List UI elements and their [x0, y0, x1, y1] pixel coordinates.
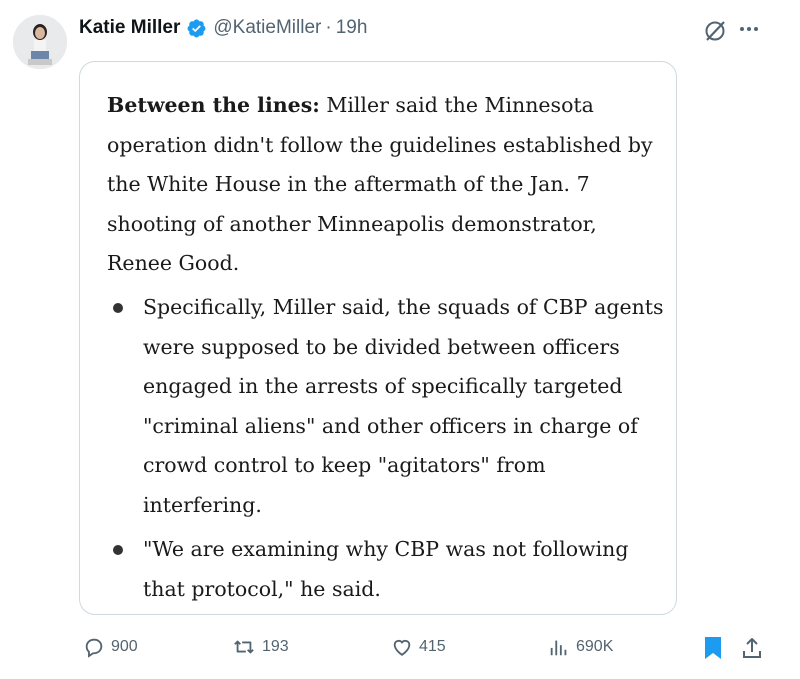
repost-button[interactable]: 193	[232, 636, 289, 658]
reply-count: 900	[111, 638, 138, 655]
separator-dot: ·	[325, 17, 332, 38]
author-name[interactable]: Katie Miller	[79, 16, 180, 40]
like-button[interactable]: 415	[391, 636, 446, 658]
more-icon[interactable]	[737, 17, 761, 47]
like-count: 415	[419, 638, 446, 655]
views-icon	[548, 636, 570, 658]
views-button[interactable]: 690K	[548, 636, 613, 658]
verified-badge-icon	[186, 18, 207, 39]
quote-card[interactable]: Between the lines: Miller said the Minne…	[79, 61, 677, 615]
bookmark-icon[interactable]	[703, 636, 723, 665]
card-lead-text: Miller said the Minnesota operation didn…	[107, 93, 653, 275]
card-lead-bold: Between the lines:	[107, 93, 320, 117]
action-bar: 900 193 415 690K	[0, 636, 800, 664]
list-item: "We are examining why CBP was not follow…	[107, 530, 667, 609]
avatar[interactable]	[13, 15, 67, 69]
views-count: 690K	[576, 638, 614, 655]
share-icon[interactable]	[741, 636, 763, 665]
reply-button[interactable]: 900	[83, 636, 138, 658]
heart-icon	[391, 636, 413, 658]
avatar-image	[13, 15, 67, 69]
bullet-text: "We are examining why CBP was not follow…	[143, 537, 629, 601]
bullet-text: Specifically, Miller said, the squads of…	[143, 295, 664, 517]
card-lead-paragraph: Between the lines: Miller said the Minne…	[107, 86, 667, 284]
repost-count: 193	[262, 638, 289, 655]
post-header: Katie Miller @KatieMiller · 19h	[79, 16, 367, 40]
author-handle[interactable]: @KatieMiller	[213, 16, 321, 40]
reply-icon	[83, 636, 105, 658]
grok-icon[interactable]	[702, 18, 728, 44]
bullet-icon	[113, 545, 123, 555]
bullet-icon	[113, 303, 123, 313]
post-time[interactable]: 19h	[336, 16, 368, 40]
repost-icon	[232, 636, 256, 658]
list-item: Specifically, Miller said, the squads of…	[107, 288, 667, 525]
